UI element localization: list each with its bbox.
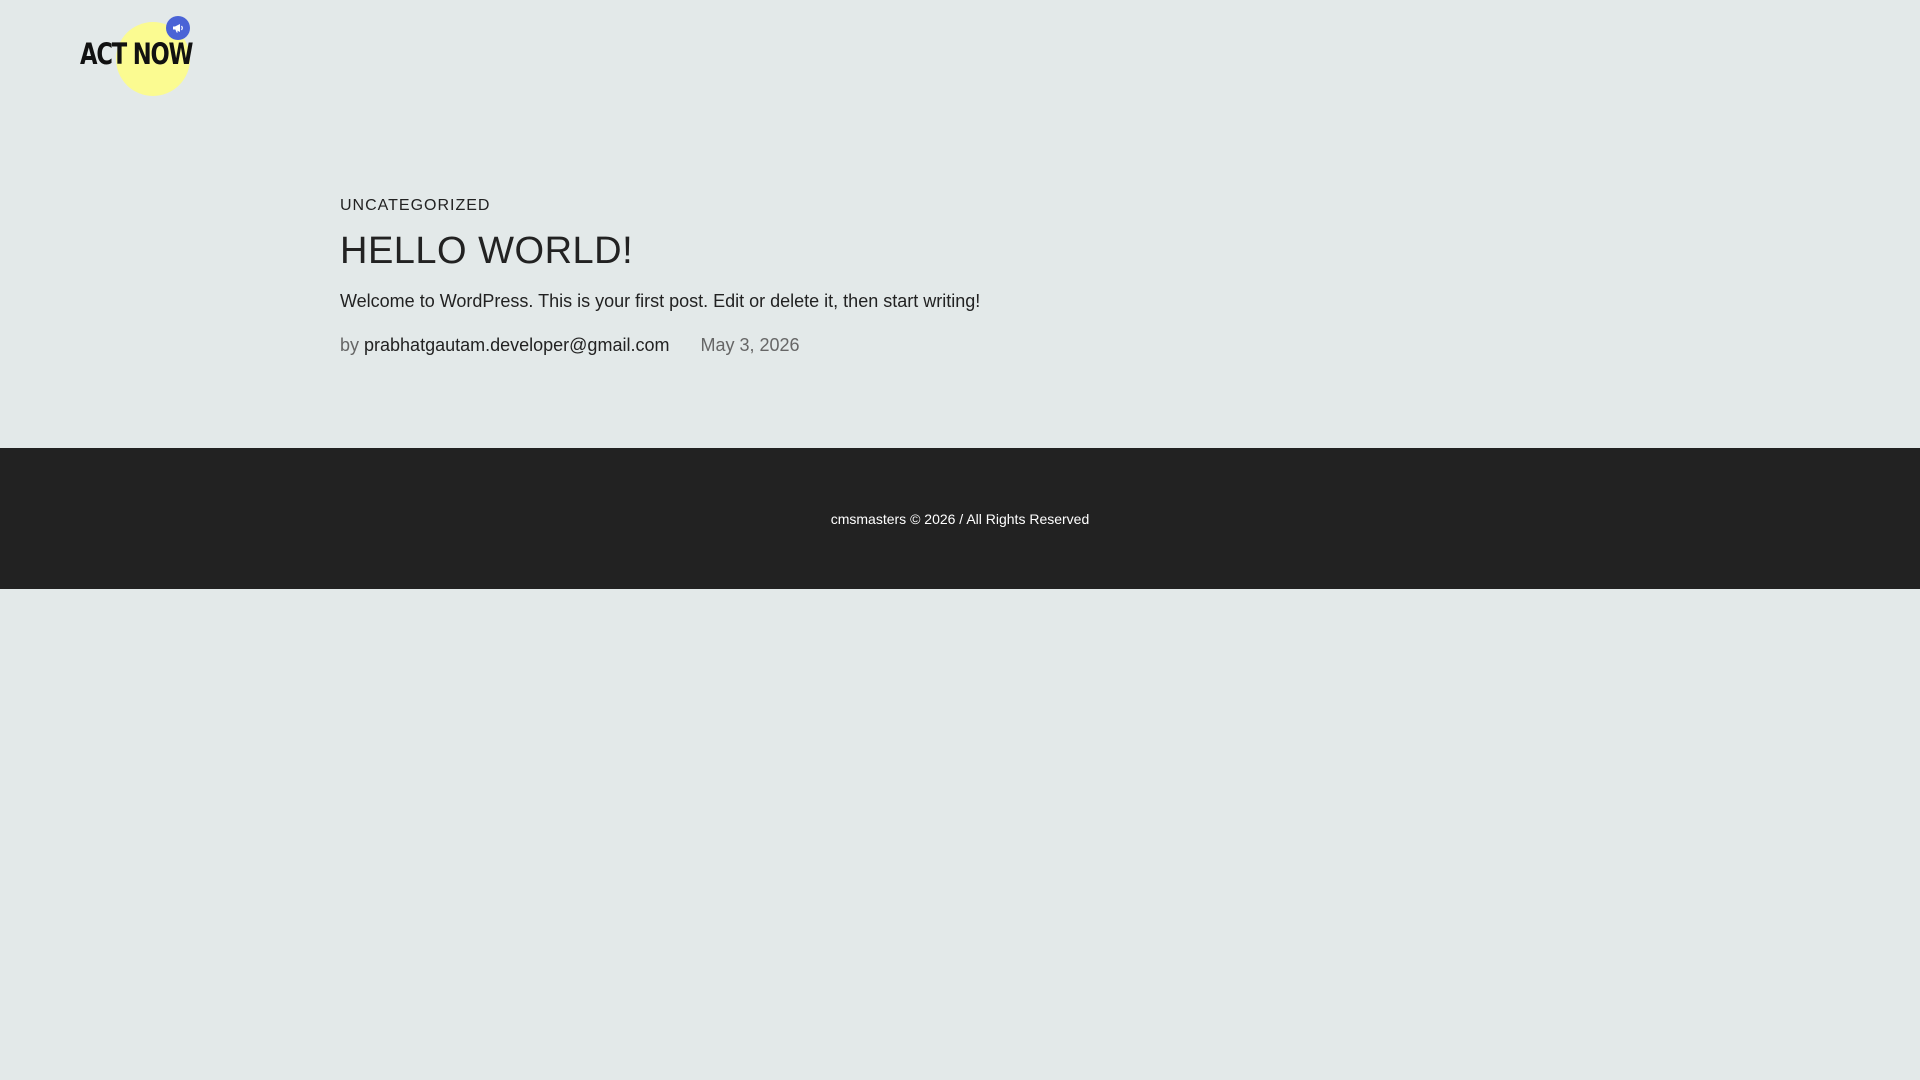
footer-copyright: cmsmasters © 2026 / All Rights Reserved [830,510,1090,527]
post-article: UNCATEGORIZED HELLO WORLD! Welcome to Wo… [340,196,1580,356]
post-meta: by prabhatgautam.developer@gmail.com May… [340,334,1580,356]
author-link[interactable]: prabhatgautam.developer@gmail.com [364,335,669,355]
post-title: HELLO WORLD! [340,228,1580,274]
post-date-link[interactable]: May 3, 2026 [700,335,799,355]
logo-text: ACT NOW [80,37,194,71]
site-footer: cmsmasters © 2026 / All Rights Reserved [0,448,1920,589]
post-category-link[interactable]: UNCATEGORIZED [340,196,490,216]
by-label: by [340,335,365,355]
post-excerpt: Welcome to WordPress. This is your first… [340,291,981,311]
post-title-link[interactable]: HELLO WORLD! [340,230,633,272]
site-header: ACT NOW [0,0,1920,120]
megaphone-icon [166,16,190,40]
site-logo[interactable]: ACT NOW [78,14,198,96]
